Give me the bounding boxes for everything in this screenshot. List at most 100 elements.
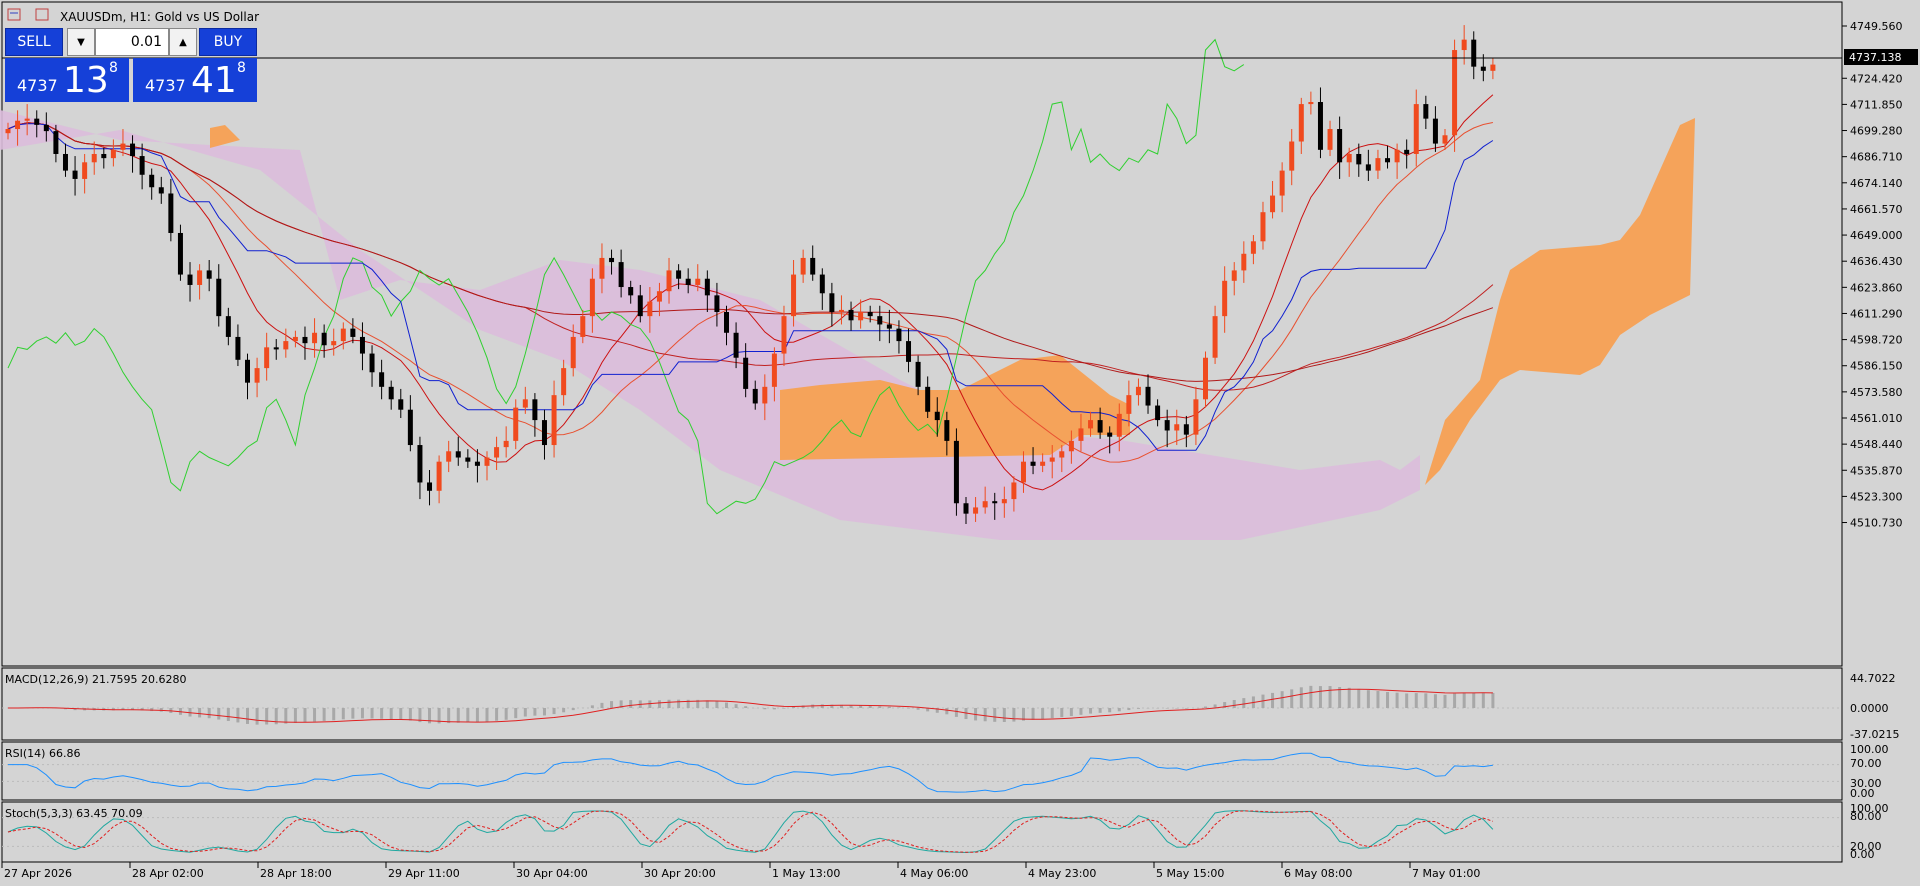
candle-body	[656, 291, 662, 302]
current-price-label: 4737.138	[1849, 51, 1902, 64]
price-tick-label: 4749.560	[1850, 20, 1903, 33]
candle-body	[436, 461, 442, 491]
candle-body	[91, 153, 97, 163]
candle-body	[465, 457, 471, 462]
price-tick-label: 4561.010	[1850, 412, 1903, 425]
bid-quote-pips: 13	[63, 60, 109, 101]
candle-body	[580, 316, 586, 337]
price-tick-label: 4573.580	[1850, 386, 1903, 399]
candle-body	[1308, 102, 1314, 105]
candle-body	[302, 336, 308, 344]
candle-body	[168, 193, 174, 233]
candle-body	[177, 232, 183, 275]
candle-body	[1298, 104, 1304, 142]
candle-body	[254, 368, 260, 383]
candle-body	[1471, 39, 1477, 67]
candle-body	[848, 309, 854, 321]
price-tick-label: 4598.720	[1850, 334, 1903, 347]
stoch-tick-label: 0.00	[1850, 848, 1875, 861]
stoch-tick-label: 80.00	[1850, 810, 1882, 823]
ask-quote-fraction: 8	[237, 60, 246, 76]
candle-body	[829, 293, 835, 312]
price-tick-label: 4586.150	[1850, 360, 1903, 373]
ask-quote-pips: 41	[191, 60, 237, 101]
candle-body	[350, 328, 356, 337]
candle-body	[1241, 253, 1247, 271]
price-tick-label: 4661.570	[1850, 203, 1903, 216]
candle-body	[34, 118, 40, 125]
candle-body	[82, 162, 88, 179]
candle-body	[1413, 104, 1419, 154]
candle-body	[379, 372, 385, 387]
rsi-tick-label: 70.00	[1850, 757, 1882, 770]
candle-body	[53, 131, 59, 154]
candle-body	[1049, 457, 1055, 462]
candle-body	[944, 420, 950, 441]
candle-body	[992, 501, 998, 504]
ask-quote-prefix: 4737	[145, 76, 186, 95]
sell-button[interactable]: SELL	[5, 28, 63, 56]
time-tick-label: 6 May 08:00	[1284, 867, 1352, 880]
ask-quote[interactable]: 4737 41 8	[133, 58, 257, 102]
candle-body	[934, 411, 940, 421]
candle-body	[216, 278, 222, 317]
candle-body	[1365, 164, 1371, 171]
candle-body	[1068, 440, 1074, 452]
candle-body	[417, 445, 423, 483]
candle-body	[1461, 39, 1467, 51]
time-tick-label: 4 May 06:00	[900, 867, 968, 880]
candle-body	[522, 399, 528, 408]
price-tick-label: 4699.280	[1850, 125, 1903, 138]
time-tick-label: 5 May 15:00	[1156, 867, 1224, 880]
candle-body	[599, 257, 605, 279]
macd-tick-label: -37.0215	[1850, 728, 1899, 741]
price-tick-label: 4510.730	[1850, 517, 1903, 530]
candle-body	[982, 501, 988, 508]
macd-label: MACD(12,26,9) 21.7595 20.6280	[5, 673, 187, 686]
bid-quote[interactable]: 4737 13 8	[5, 58, 129, 102]
candle-body	[1097, 420, 1103, 433]
candle-body	[1164, 420, 1170, 431]
rsi-tick-label: 0.00	[1850, 787, 1875, 800]
candle-body	[292, 336, 298, 342]
time-tick-label: 28 Apr 02:00	[132, 867, 204, 880]
price-tick-label: 4711.850	[1850, 98, 1903, 111]
candle-body	[273, 347, 279, 350]
candle-body	[618, 262, 624, 288]
chart-title: XAUUSDm, H1: Gold vs US Dollar	[60, 10, 259, 24]
lot-increase-button[interactable]: ▲	[169, 28, 197, 56]
candle-body	[1480, 66, 1486, 71]
candle-body	[1030, 461, 1036, 466]
candle-body	[1337, 129, 1343, 163]
candle-body	[551, 395, 557, 446]
candle-body	[1078, 428, 1084, 441]
candle-body	[5, 129, 11, 134]
candle-body	[1385, 158, 1391, 163]
candle-body	[570, 336, 576, 369]
candle-body	[120, 143, 126, 150]
candle-body	[446, 451, 452, 462]
macd-tick-label: 0.0000	[1850, 702, 1889, 715]
candle-body	[484, 457, 490, 466]
candle-body	[1193, 399, 1199, 435]
lot-decrease-button[interactable]: ▼	[67, 28, 95, 56]
candle-body	[398, 399, 404, 410]
candle-body	[1088, 420, 1094, 429]
candle-body	[896, 328, 902, 342]
candle-body	[724, 311, 729, 333]
candle-body	[838, 309, 844, 312]
candle-body	[1001, 499, 1007, 504]
price-tick-label: 4674.140	[1850, 177, 1903, 190]
buy-button[interactable]: BUY	[199, 28, 257, 56]
candle-body	[1203, 357, 1208, 400]
lot-size-input[interactable]	[95, 28, 169, 56]
time-tick-label: 30 Apr 04:00	[516, 867, 588, 880]
candle-body	[72, 170, 78, 179]
candle-body	[149, 174, 155, 188]
candle-body	[187, 274, 193, 285]
trading-chart[interactable]: 4737.138 4749.560 4724.420 4711.850 4699.28…	[0, 0, 1920, 886]
candle-body	[666, 270, 672, 292]
candle-body	[1375, 158, 1381, 171]
candle-body	[819, 274, 825, 294]
candle-body	[513, 407, 519, 441]
